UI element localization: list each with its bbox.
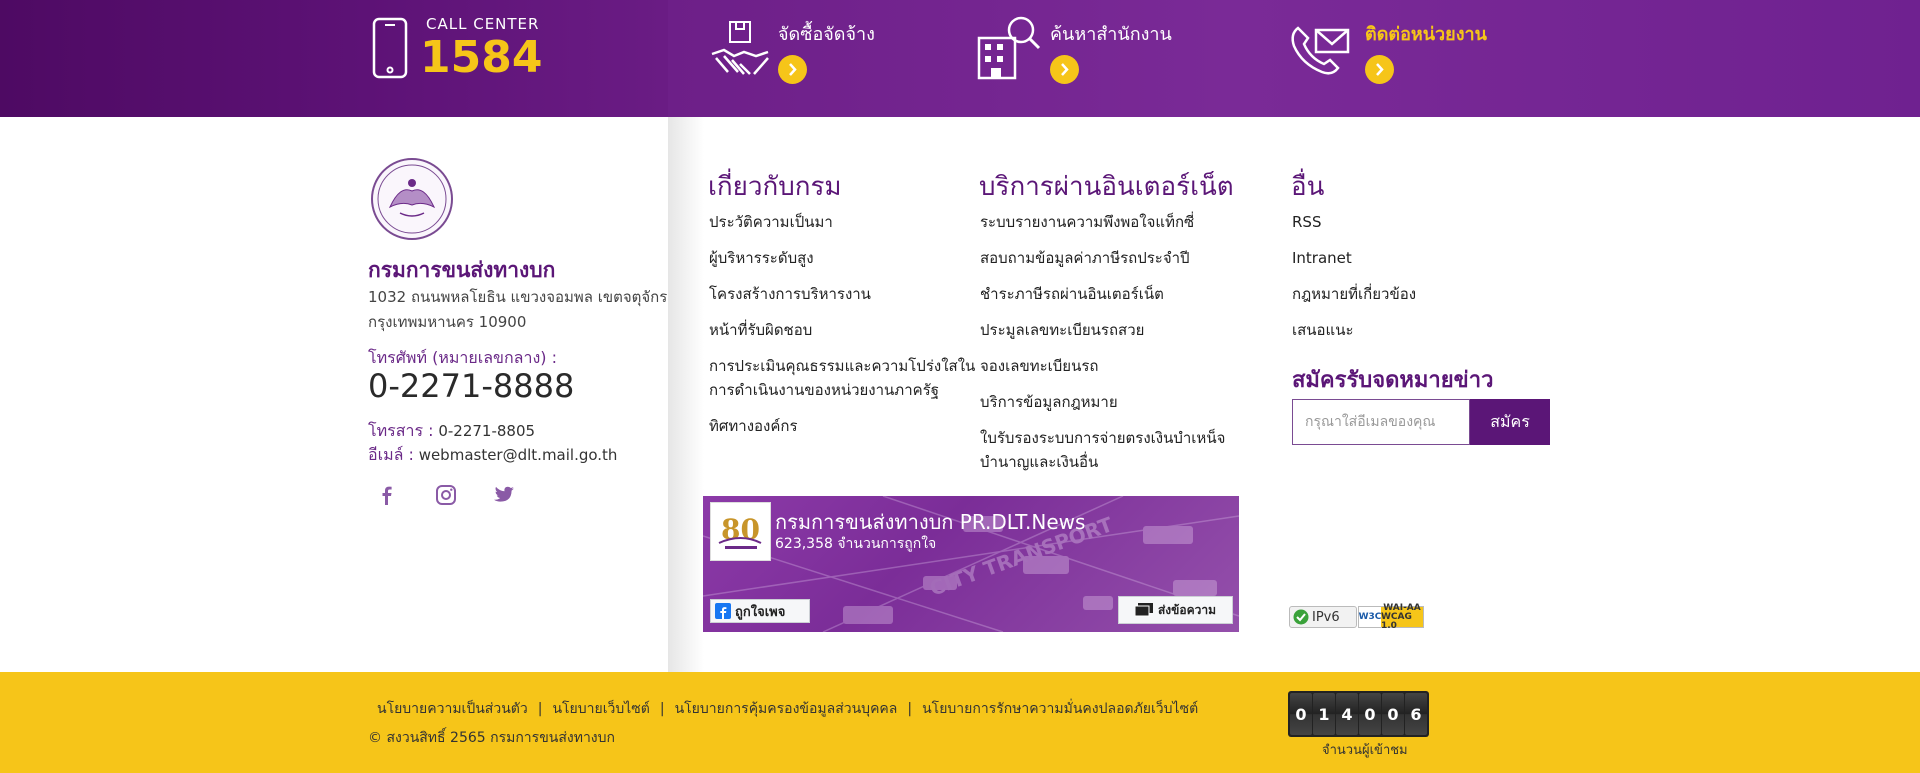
org-address: 1032 ถนนพหลโยธิน แขวงจอมพล เขตจตุจักร กร… [368, 285, 668, 335]
email-label: อีเมล์ : [368, 445, 414, 464]
footer-link[interactable]: การประเมินคุณธรรมและความโปร่งใสในการดำเน… [709, 354, 975, 402]
quick-link-find-office[interactable]: ค้นหาสำนักงาน [975, 0, 1195, 117]
chevron-right-icon[interactable] [778, 55, 807, 84]
footer-link[interactable]: ระบบรายงานความพึงพอใจแท็กซี่ [980, 210, 1225, 234]
call-center-panel [0, 0, 668, 117]
footer-link[interactable]: จองเลขทะเบียนรถ [980, 354, 1225, 378]
security-policy-link[interactable]: นโยบายการรักษาความมั่นคงปลอดภัยเว็บไซต์ [922, 698, 1198, 720]
website-policy-link[interactable]: นโยบายเว็บไซต์ [552, 698, 649, 720]
building-search-icon [977, 16, 1041, 80]
footer-link[interactable]: ทิศทางองค์กร [709, 414, 975, 438]
instagram-icon[interactable] [434, 483, 458, 507]
org-name: กรมการขนส่งทางบก [368, 258, 556, 282]
twitter-icon[interactable] [492, 483, 516, 507]
footer-link[interactable]: หน้าที่รับผิดชอบ [709, 318, 975, 342]
send-message-label: ส่งข้อความ [1157, 602, 1216, 617]
link-line: ใบรับรองระบบการจ่ายตรงเงินบำเหน็จ [980, 429, 1226, 447]
online-service-links: ระบบรายงานความพึงพอใจแท็กซี่ สอบถามข้อมู… [980, 210, 1225, 486]
counter-digit: 1 [1313, 693, 1335, 735]
chevron-right-icon[interactable] [1365, 55, 1394, 84]
footer-link[interactable]: สอบถามข้อมูลค่าภาษีรถประจำปี [980, 246, 1225, 270]
facebook-icon [715, 603, 731, 619]
footer-link[interactable]: บริการข้อมูลกฎหมาย [980, 390, 1225, 414]
phone-number[interactable]: 0-2271-8888 [368, 367, 574, 405]
wcag-badge: W3C WAI-AA WCAG 1.0 [1358, 603, 1424, 630]
newsletter-title: สมัครรับจดหมายข่าว [1292, 368, 1494, 393]
ipv6-badge: IPv6 [1289, 606, 1357, 628]
about-links: ประวัติความเป็นมา ผู้บริหารระดับสูง โครง… [709, 210, 975, 450]
call-center-label: CALL CENTER [426, 15, 540, 33]
separator: | [537, 701, 543, 717]
divider-strip [668, 117, 704, 672]
separator: | [659, 701, 665, 717]
quick-link-contact[interactable]: ติดต่อหน่วยงาน [1288, 0, 1508, 117]
footer-link[interactable]: เสนอแนะ [1292, 318, 1416, 342]
phone-envelope-icon [1291, 26, 1350, 75]
footer-link[interactable]: ประมูลเลขทะเบียนรถสวย [980, 318, 1225, 342]
wcag-version: WCAG 1.0 [1381, 611, 1412, 631]
facebook-like-count: 623,358 จำนวนการถูกใจ [775, 536, 937, 552]
footer-link[interactable]: ประวัติความเป็นมา [709, 210, 975, 234]
mobile-phone-icon [372, 17, 408, 79]
fax-number: 0-2271-8805 [438, 422, 536, 440]
counter-digit: 0 [1290, 693, 1312, 735]
visitor-counter-label: จำนวนผู้เข้าชม [1322, 743, 1408, 758]
counter-digit: 4 [1336, 693, 1358, 735]
address-line: 1032 ถนนพหลโยธิน แขวงจอมพล เขตจตุจักร [368, 288, 668, 306]
link-line: บำนาญและเงินอื่น [980, 453, 1099, 471]
address-line: กรุงเทพมหานคร 10900 [368, 313, 527, 331]
privacy-policy-link[interactable]: นโยบายความเป็นส่วนตัว [377, 698, 528, 720]
wai-label: WAI-AA WCAG 1.0 [1381, 603, 1423, 630]
column-title-online: บริการผ่านอินเตอร์เน็ต [979, 172, 1234, 202]
data-protection-policy-link[interactable]: นโยบายการคุ้มครองข้อมูลส่วนบุคคล [675, 698, 898, 720]
column-title-about: เกี่ยวกับกรม [708, 172, 842, 202]
link-line: การประเมินคุณธรรมและความโปร่งใสใน [709, 357, 976, 375]
link-line: การดำเนินงานของหน่วยงานภาครัฐ [709, 381, 939, 399]
footer-link[interactable]: ผู้บริหารระดับสูง [709, 246, 975, 270]
fax-line: โทรสาร : 0-2271-8805 [368, 419, 535, 444]
quick-link-procurement[interactable]: จัดซื้อจัดจ้าง [708, 0, 908, 117]
footer-link[interactable]: Intranet [1292, 246, 1416, 270]
footer-link[interactable]: โครงสร้างการบริหารงาน [709, 282, 975, 306]
w3c-label: W3C [1358, 612, 1382, 622]
top-bar: CALL CENTER 1584 จัดซื้อจัดจ้าง ค้นหาสำน… [0, 0, 1920, 117]
counter-digit: 0 [1382, 693, 1404, 735]
dlt-80-years-logo[interactable]: 80 [710, 502, 771, 561]
separator: | [907, 701, 913, 717]
footer-link[interactable]: กฎหมายที่เกี่ยวข้อง [1292, 282, 1416, 306]
policy-links: นโยบายความเป็นส่วนตัว | นโยบายเว็บไซต์ |… [377, 698, 1198, 720]
footer-link[interactable]: ใบรับรองระบบการจ่ายตรงเงินบำเหน็จบำนาญแล… [980, 426, 1225, 474]
counter-digit: 0 [1359, 693, 1381, 735]
check-icon [1293, 609, 1309, 625]
footer-link[interactable]: RSS [1292, 210, 1416, 234]
fax-label: โทรสาร : [368, 421, 434, 440]
send-message-button[interactable]: ส่งข้อความ [1118, 596, 1233, 624]
chevron-right-icon[interactable] [1050, 55, 1079, 84]
column-title-other: อื่น [1291, 172, 1325, 202]
facebook-page-widget[interactable]: CITY TRANSPORT 80 กรมการขนส่งทางบก PR.DL… [703, 496, 1239, 632]
quick-link-label: ติดต่อหน่วยงาน [1365, 24, 1487, 45]
newsletter-email-input[interactable] [1292, 399, 1470, 445]
footer-link[interactable]: ชำระภาษีรถผ่านอินเตอร์เน็ต [980, 282, 1225, 306]
department-seal-logo [371, 158, 453, 240]
footer-bar [0, 672, 1920, 773]
facebook-icon[interactable] [375, 483, 399, 507]
ipv6-label: IPv6 [1312, 609, 1340, 625]
handshake-icon [711, 21, 769, 75]
counter-digit: 6 [1405, 693, 1427, 735]
email-link[interactable]: webmaster@dlt.mail.go.th [419, 446, 618, 464]
email-line: อีเมล์ : webmaster@dlt.mail.go.th [368, 443, 617, 468]
message-icon [1134, 603, 1153, 617]
visitor-counter: 0 1 4 0 0 6 [1288, 691, 1429, 737]
subscribe-button[interactable]: สมัคร [1470, 399, 1550, 445]
other-links: RSS Intranet กฎหมายที่เกี่ยวข้อง เสนอแนะ [1292, 210, 1416, 354]
like-page-button[interactable]: ถูกใจเพจ [710, 599, 810, 623]
copyright: © สงวนสิทธิ์ 2565 กรมการขนส่งทางบก [368, 730, 616, 746]
quick-link-label: ค้นหาสำนักงาน [1050, 24, 1172, 45]
quick-link-label: จัดซื้อจัดจ้าง [778, 24, 875, 45]
call-center-number[interactable]: 1584 [420, 32, 542, 83]
like-page-label: ถูกใจเพจ [735, 604, 786, 620]
